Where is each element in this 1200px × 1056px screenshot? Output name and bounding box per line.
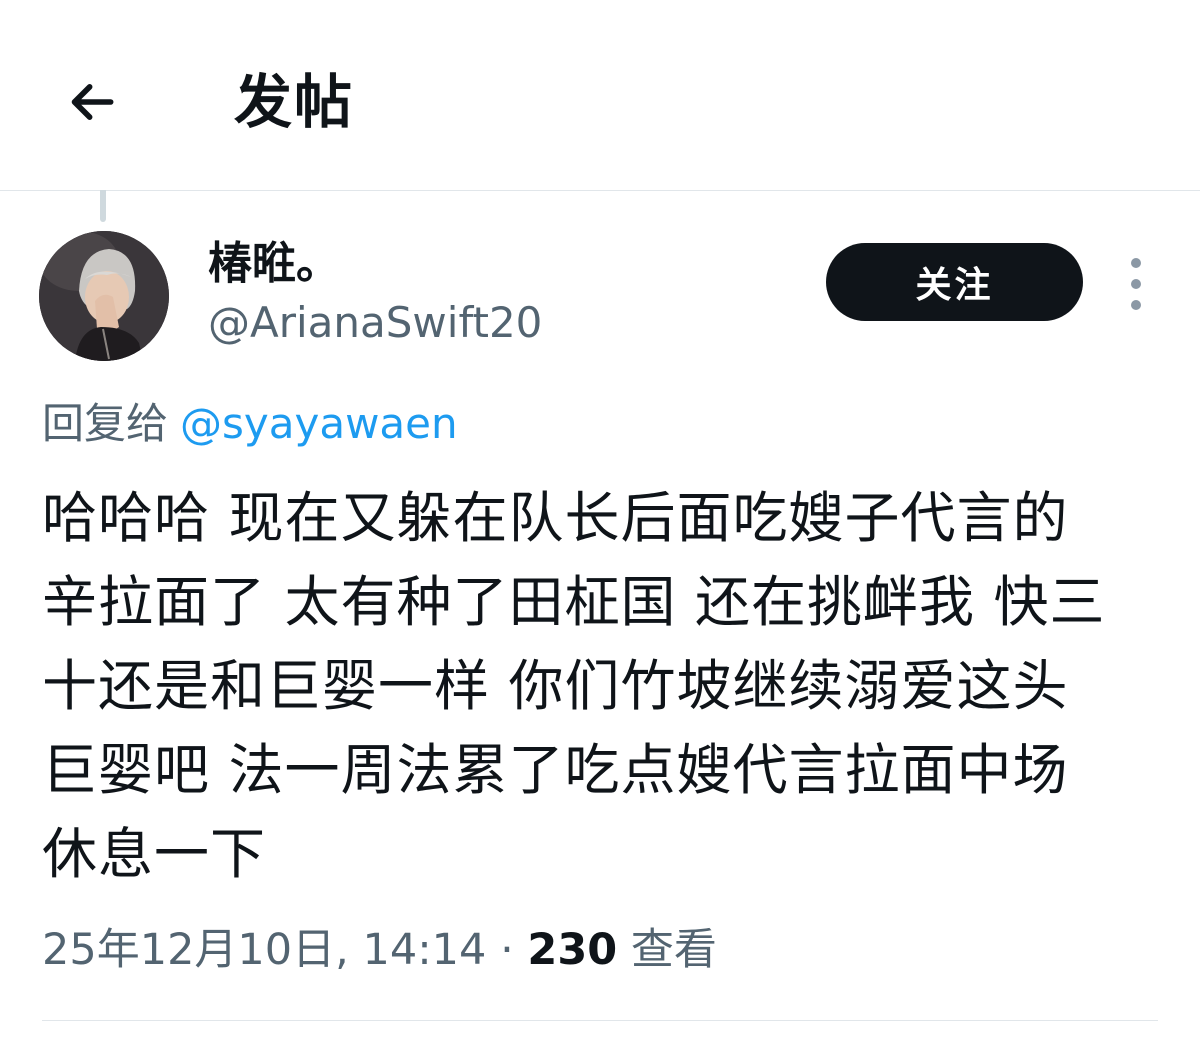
arrow-left-icon [71,84,114,120]
back-button[interactable] [52,62,132,142]
timestamp[interactable]: 25年12月10日, 14:14 [42,925,486,975]
tweet-meta: 25年12月10日, 14:14 · 230 查看 [42,920,717,980]
avatar-image [39,231,169,361]
views-label: 查看 [630,925,717,975]
meta-separator: · [500,925,514,975]
follow-button[interactable]: 关注 [826,243,1083,321]
more-options-button[interactable] [1116,258,1156,310]
replying-to: 回复给 @syayawaen [42,396,458,452]
reply-prefix: 回复给 [42,399,169,448]
author-handle[interactable]: @ArianaSwift20 [208,296,542,350]
views-count: 230 [527,925,618,975]
divider [42,1020,1158,1021]
reply-mention-link[interactable]: @syayawaen [180,399,458,448]
avatar[interactable] [39,231,169,361]
tweet-text: 哈哈哈 现在又躲在队长后面吃嫂子代言的 辛拉面了 太有种了田柾国 还在挑衅我 快… [42,486,1106,886]
page-title: 发帖 [234,68,355,136]
author-display-name[interactable]: 椿暀。 [208,236,340,292]
more-vertical-icon-dot [1131,279,1141,289]
more-vertical-icon-dot [1131,300,1141,310]
top-bar: 发帖 [0,0,1200,191]
thread-connector-line [100,190,106,222]
more-vertical-icon-dot [1131,258,1141,268]
tweet-detail-page: 发帖 椿暀。 @ArianaSwift20 关注 回复给 @syayawaen 哈… [0,0,1200,1056]
